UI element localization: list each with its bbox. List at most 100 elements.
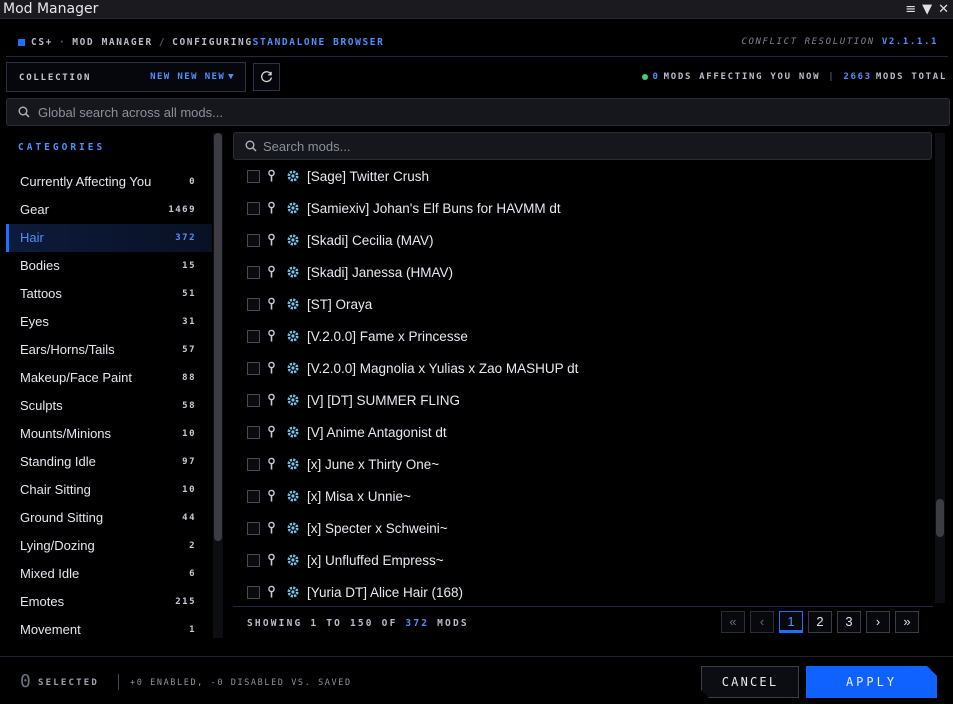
- page-1-button[interactable]: 1: [779, 611, 803, 633]
- category-count: 88: [182, 373, 196, 383]
- mods-scrollbar[interactable]: [935, 133, 945, 603]
- mod-row[interactable]: [V.2.0.0] Magnolia x Yulias x Zao MASHUP…: [233, 353, 933, 385]
- gear-icon[interactable]: [286, 329, 300, 343]
- gear-icon[interactable]: [286, 201, 300, 215]
- category-count: 10: [182, 485, 196, 495]
- mod-row[interactable]: [V] Anime Antagonist dt: [233, 417, 933, 449]
- mod-checkbox[interactable]: [247, 298, 260, 311]
- mod-checkbox[interactable]: [247, 490, 260, 503]
- category-item[interactable]: Mounts/Minions 10: [6, 420, 212, 448]
- pin-icon[interactable]: [267, 169, 276, 183]
- mod-name: [Skadi] Janessa (HMAV): [307, 265, 454, 280]
- category-item[interactable]: Bodies 15: [6, 252, 212, 280]
- first-page-button[interactable]: «: [721, 611, 745, 633]
- collection-value[interactable]: NEW NEW NEW ▼: [150, 72, 235, 82]
- mod-row[interactable]: [V.2.0.0] Fame x Princesse: [233, 321, 933, 353]
- mod-row[interactable]: [Yuria DT] Alice Hair (168): [233, 577, 933, 606]
- mod-row[interactable]: [Sage] Twitter Crush: [233, 161, 933, 193]
- collection-selector[interactable]: COLLECTION NEW NEW NEW ▼: [6, 62, 246, 92]
- pin-icon[interactable]: [267, 585, 276, 599]
- category-item[interactable]: Movement 1: [6, 616, 212, 638]
- prev-page-button[interactable]: ‹: [750, 611, 774, 633]
- scrollbar-thumb[interactable]: [214, 133, 222, 541]
- gear-icon[interactable]: [286, 457, 300, 471]
- category-item[interactable]: Mixed Idle 6: [6, 560, 212, 588]
- mod-row[interactable]: [x] Unfluffed Empress~: [233, 545, 933, 577]
- mod-checkbox[interactable]: [247, 458, 260, 471]
- pin-icon[interactable]: [267, 297, 276, 311]
- mod-row[interactable]: [Skadi] Janessa (HMAV): [233, 257, 933, 289]
- page-3-button[interactable]: 3: [837, 611, 861, 633]
- mod-checkbox[interactable]: [247, 426, 260, 439]
- mod-checkbox[interactable]: [247, 234, 260, 247]
- gear-icon[interactable]: [286, 297, 300, 311]
- mod-row[interactable]: [ST] Oraya: [233, 289, 933, 321]
- cancel-button[interactable]: CANCEL: [701, 666, 799, 698]
- pin-icon[interactable]: [267, 361, 276, 375]
- mod-checkbox[interactable]: [247, 554, 260, 567]
- mod-row[interactable]: [V] [DT] SUMMER FLING: [233, 385, 933, 417]
- gear-icon[interactable]: [286, 425, 300, 439]
- category-item[interactable]: Hair 372: [6, 224, 212, 252]
- mod-checkbox[interactable]: [247, 394, 260, 407]
- pin-icon[interactable]: [267, 553, 276, 567]
- mod-checkbox[interactable]: [247, 586, 260, 599]
- mod-checkbox[interactable]: [247, 170, 260, 183]
- categories-scrollbar[interactable]: [213, 133, 223, 638]
- pin-icon[interactable]: [267, 425, 276, 439]
- close-icon[interactable]: ✕: [938, 1, 949, 19]
- mod-checkbox[interactable]: [247, 202, 260, 215]
- category-item[interactable]: Ears/Horns/Tails 57: [6, 336, 212, 364]
- page-2-button[interactable]: 2: [808, 611, 832, 633]
- category-item[interactable]: Ground Sitting 44: [6, 504, 212, 532]
- mod-checkbox[interactable]: [247, 522, 260, 535]
- pin-icon[interactable]: [267, 329, 276, 343]
- mod-row[interactable]: [x] Misa x Unnie~: [233, 481, 933, 513]
- pin-icon[interactable]: [267, 521, 276, 535]
- category-item[interactable]: Eyes 31: [6, 308, 212, 336]
- category-item[interactable]: Gear 1469: [6, 196, 212, 224]
- category-item[interactable]: Tattoos 51: [6, 280, 212, 308]
- gear-icon[interactable]: [286, 489, 300, 503]
- gear-icon[interactable]: [286, 521, 300, 535]
- gear-icon[interactable]: [286, 233, 300, 247]
- category-item[interactable]: Emotes 215: [6, 588, 212, 616]
- mod-row[interactable]: [x] June x Thirty One~: [233, 449, 933, 481]
- mod-row[interactable]: [Samiexiv] Johan's Elf Buns for HAVMM dt: [233, 193, 933, 225]
- global-search: [6, 98, 950, 126]
- scrollbar-thumb[interactable]: [936, 499, 944, 537]
- category-label: Eyes: [20, 314, 49, 329]
- last-page-button[interactable]: »: [895, 611, 919, 633]
- pin-icon[interactable]: [267, 489, 276, 503]
- gear-icon[interactable]: [286, 265, 300, 279]
- minimize-icon[interactable]: ▼: [922, 1, 932, 19]
- showing-to: 150: [349, 618, 374, 629]
- mod-checkbox[interactable]: [247, 330, 260, 343]
- mod-checkbox[interactable]: [247, 266, 260, 279]
- pin-icon[interactable]: [267, 201, 276, 215]
- category-item[interactable]: Sculpts 58: [6, 392, 212, 420]
- gear-icon[interactable]: [286, 585, 300, 599]
- gear-icon[interactable]: [286, 169, 300, 183]
- gear-icon[interactable]: [286, 361, 300, 375]
- category-item[interactable]: Lying/Dozing 2: [6, 532, 212, 560]
- refresh-button[interactable]: [253, 63, 280, 91]
- category-item[interactable]: Chair Sitting 10: [6, 476, 212, 504]
- category-item[interactable]: Makeup/Face Paint 88: [6, 364, 212, 392]
- mod-checkbox[interactable]: [247, 362, 260, 375]
- menu-icon[interactable]: ≡: [905, 1, 916, 19]
- gear-icon[interactable]: [286, 553, 300, 567]
- category-item[interactable]: Currently Affecting You 0: [6, 168, 212, 196]
- mod-search-input[interactable]: [263, 137, 913, 156]
- pin-icon[interactable]: [267, 457, 276, 471]
- pin-icon[interactable]: [267, 233, 276, 247]
- pin-icon[interactable]: [267, 393, 276, 407]
- next-page-button[interactable]: ›: [866, 611, 890, 633]
- apply-button[interactable]: APPLY: [806, 666, 937, 698]
- pin-icon[interactable]: [267, 265, 276, 279]
- global-search-input[interactable]: [38, 103, 928, 122]
- mod-row[interactable]: [Skadi] Cecilia (MAV): [233, 225, 933, 257]
- gear-icon[interactable]: [286, 393, 300, 407]
- mod-row[interactable]: [x] Specter x Schweini~: [233, 513, 933, 545]
- category-item[interactable]: Standing Idle 97: [6, 448, 212, 476]
